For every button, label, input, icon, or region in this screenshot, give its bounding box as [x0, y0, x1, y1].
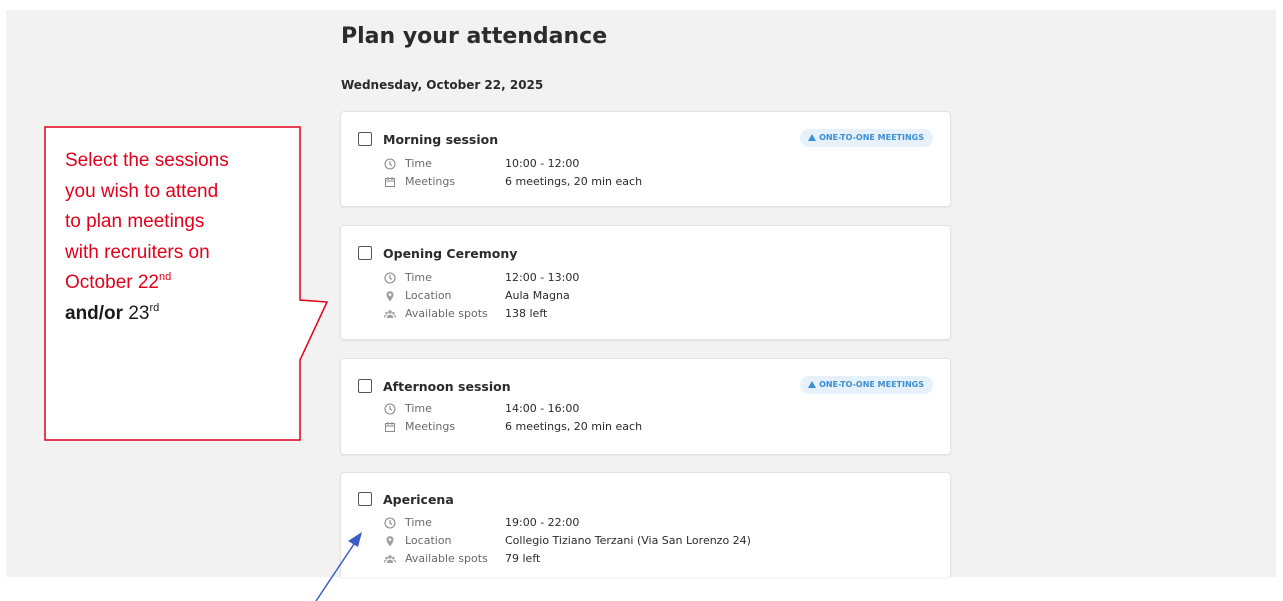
session-card-apericena[interactable]: Apericena Time 19:00 - 22:00 Location Co…	[340, 472, 951, 577]
clock-icon	[384, 403, 396, 415]
page-title: Plan your attendance	[341, 24, 608, 49]
location-pin-icon	[386, 536, 394, 547]
warning-triangle-icon	[808, 381, 817, 388]
clock-icon	[384, 158, 396, 170]
warning-triangle-icon	[808, 134, 817, 141]
location-pin-icon	[386, 291, 394, 302]
people-icon	[384, 555, 396, 563]
session-card-morning[interactable]: Morning session ONE-TO-ONE MEETINGS Time…	[340, 111, 951, 207]
callout-text: Select the sessions you wish to attend t…	[65, 150, 229, 324]
one-to-one-badge: ONE-TO-ONE MEETINGS	[800, 129, 933, 147]
calendar-icon	[385, 177, 395, 187]
calendar-icon	[385, 422, 395, 432]
session-checkbox[interactable]	[358, 492, 372, 506]
session-title: Opening Ceremony	[383, 246, 518, 261]
session-title: Afternoon session	[383, 379, 511, 394]
screenshot-stage: Plan your attendance Wednesday, October …	[0, 0, 1283, 601]
one-to-one-badge: ONE-TO-ONE MEETINGS	[800, 376, 933, 394]
session-title: Apericena	[383, 492, 454, 507]
session-checkbox[interactable]	[358, 379, 372, 393]
session-card-opening-ceremony[interactable]: Opening Ceremony Time 12:00 - 13:00 Loca…	[340, 225, 951, 340]
session-card-afternoon[interactable]: Afternoon session ONE-TO-ONE MEETINGS Ti…	[340, 358, 951, 455]
people-icon	[384, 310, 396, 318]
clock-icon	[384, 272, 396, 284]
session-checkbox[interactable]	[358, 246, 372, 260]
session-checkbox[interactable]	[358, 132, 372, 146]
session-title: Morning session	[383, 132, 499, 147]
date-heading: Wednesday, October 22, 2025	[341, 78, 544, 92]
clock-icon	[384, 517, 396, 529]
